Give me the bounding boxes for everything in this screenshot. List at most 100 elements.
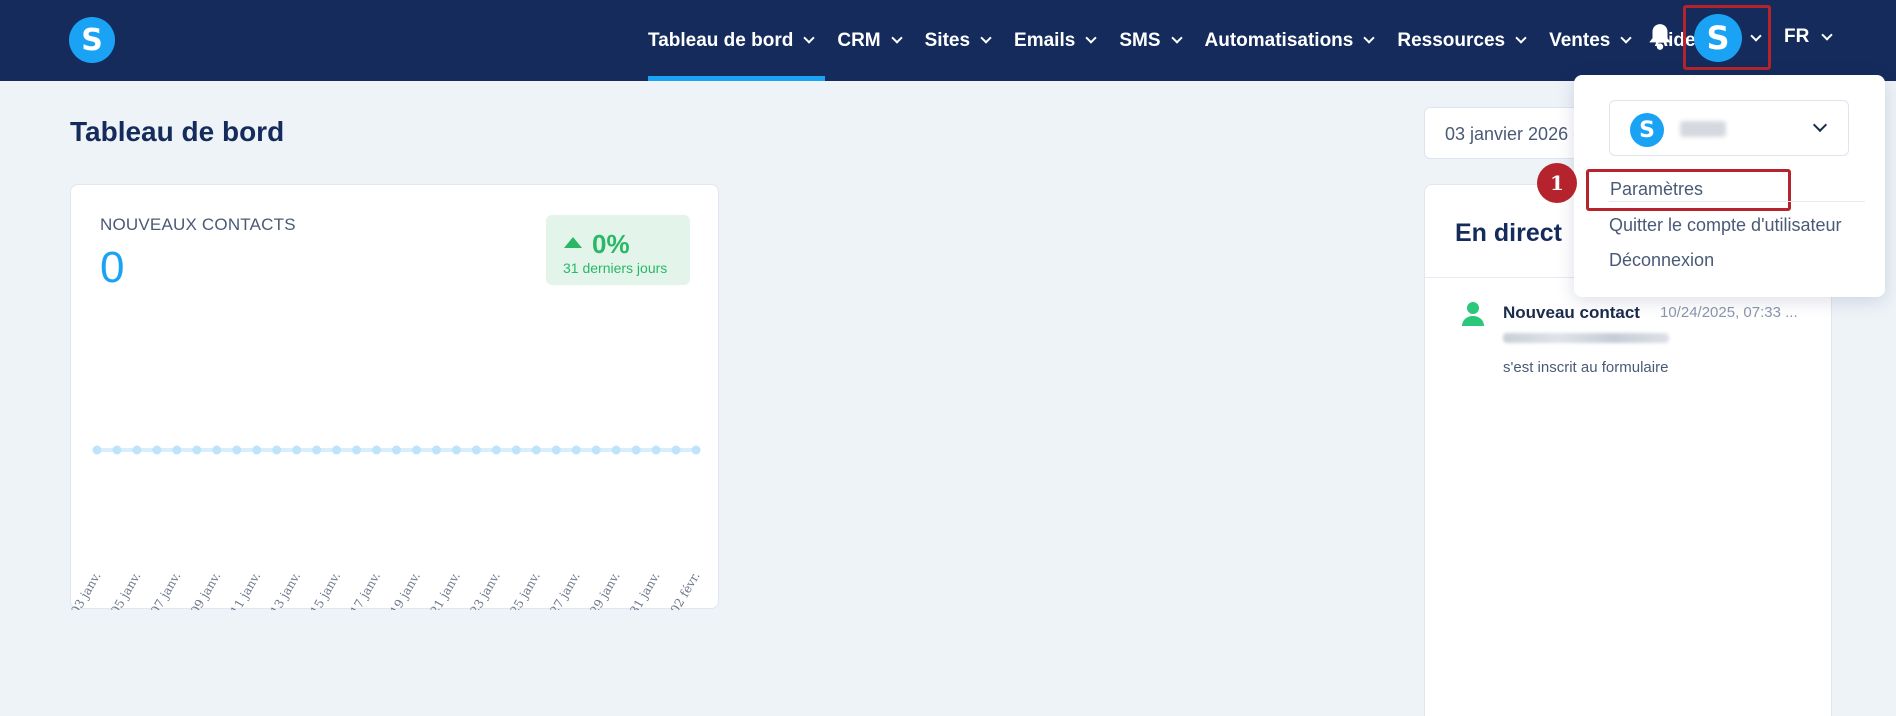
nav-item-label: Automatisations (1204, 29, 1354, 51)
x-tick-label: 17 janv. (348, 570, 384, 611)
top-nav: S Tableau de bord CRM Sites Emails SMS Automa… (0, 0, 1896, 81)
chevron-down-icon (1750, 30, 1762, 42)
x-tick-label: 03 janv. (71, 570, 104, 611)
nav-item-sms[interactable]: SMS (1119, 0, 1192, 81)
data-point (451, 445, 461, 455)
menu-item-settings[interactable]: Paramètres (1586, 169, 1791, 211)
data-point (312, 445, 322, 455)
chevron-down-icon (1620, 32, 1633, 44)
x-tick-label: 19 janv. (388, 570, 424, 611)
redacted-email (1503, 333, 1669, 343)
avatar: S (1694, 14, 1742, 62)
chevron-down-icon (980, 32, 992, 44)
x-tick-label: 25 janv. (507, 570, 543, 611)
chevron-down-icon (1085, 32, 1097, 44)
live-title: En direct (1455, 219, 1562, 247)
nav-item-label: Ressources (1397, 29, 1506, 51)
nav-item-label: CRM (837, 29, 881, 51)
feed-item-time: 10/24/2025, 07:33 ... (1660, 304, 1798, 321)
x-tick-label: 05 janv. (108, 570, 144, 611)
nav-item-ressources[interactable]: Ressources (1397, 0, 1537, 81)
data-point (631, 445, 641, 455)
page-title: Tableau de bord (70, 116, 285, 147)
x-tick-label: 11 janv. (228, 570, 264, 611)
nav-item-label: Ventes (1549, 29, 1611, 51)
data-point (591, 445, 601, 455)
nav-item-emails[interactable]: Emails (1014, 0, 1107, 81)
feed-item-title[interactable]: Nouveau contact (1503, 303, 1640, 323)
user-dropdown-menu: S Paramètres Quitter le compte d'utilisa… (1574, 75, 1885, 297)
account-selector[interactable]: S (1609, 100, 1849, 156)
data-point (352, 445, 362, 455)
chevron-down-icon (1363, 32, 1376, 44)
menu-item-quit-account[interactable]: Quitter le compte d'utilisateur (1609, 215, 1842, 236)
brand-logo[interactable]: S (69, 17, 115, 63)
divider (1609, 201, 1865, 202)
data-point (611, 445, 621, 455)
chevron-down-icon (1812, 117, 1828, 133)
chevron-down-icon (1515, 32, 1527, 44)
nav-item-label: Sites (924, 29, 971, 51)
redacted-account-name (1680, 121, 1726, 137)
chevron-down-icon (803, 32, 816, 44)
x-tick-label: 13 janv. (268, 570, 304, 611)
user-menu-button[interactable]: S (1683, 5, 1771, 70)
nav-item-crm[interactable]: CRM (837, 0, 912, 81)
chevron-down-icon (890, 32, 903, 44)
language-label: FR (1784, 26, 1810, 47)
data-point (691, 445, 701, 455)
data-point (332, 445, 342, 455)
data-point (511, 445, 521, 455)
step-badge: 1 (1537, 163, 1577, 203)
data-point (651, 445, 661, 455)
x-tick-label: 29 janv. (587, 570, 623, 611)
data-point (112, 445, 122, 455)
x-tick-label: 07 janv. (148, 570, 184, 611)
data-point (671, 445, 681, 455)
x-tick-label: 02 févr. (668, 570, 703, 611)
x-tick-label: 23 janv. (467, 570, 503, 611)
person-icon (1462, 302, 1484, 326)
x-tick-label: 21 janv. (427, 570, 463, 611)
date-range-picker[interactable]: 03 janvier 2026 - (1424, 107, 1584, 159)
data-point (551, 445, 561, 455)
x-tick-label: 27 janv. (547, 570, 583, 611)
nav-item-label: SMS (1119, 29, 1161, 51)
data-point (212, 445, 222, 455)
data-point (531, 445, 541, 455)
bell-icon[interactable] (1647, 22, 1673, 52)
nav-item-tableau-de-bord[interactable]: Tableau de bord (648, 0, 826, 81)
main-nav: Tableau de bord CRM Sites Emails SMS Automati… (648, 0, 1720, 81)
nav-item-ventes[interactable]: Ventes (1549, 0, 1642, 81)
feed-item-description: s'est inscrit au formulaire (1503, 359, 1669, 376)
x-tick-label: 31 janv. (627, 570, 663, 611)
chevron-down-icon (1821, 28, 1833, 41)
data-point (571, 445, 581, 455)
data-point (491, 445, 501, 455)
data-point (431, 445, 441, 455)
data-point (471, 445, 481, 455)
menu-item-logout[interactable]: Déconnexion (1609, 250, 1714, 271)
nav-item-label: Emails (1014, 29, 1076, 51)
chevron-down-icon (1170, 32, 1183, 44)
nav-item-automatisations[interactable]: Automatisations (1205, 0, 1386, 81)
contacts-line-chart: 03 janv. 05 janv. 07 janv. 09 janv. 11 janv.… (71, 445, 703, 611)
data-point (372, 445, 382, 455)
data-point (172, 445, 182, 455)
x-tick-label: 09 janv. (188, 570, 224, 611)
data-point (392, 445, 401, 455)
data-point (232, 445, 242, 455)
data-point (192, 445, 202, 455)
x-tick-label: 15 janv. (308, 570, 344, 611)
nav-item-sites[interactable]: Sites (925, 0, 1002, 81)
data-point (292, 445, 302, 455)
data-point (252, 445, 262, 455)
language-selector[interactable]: FR (1784, 26, 1833, 48)
data-point (272, 445, 282, 455)
new-contacts-card: NOUVEAUX CONTACTS 0 0% 31 derniers jours… (70, 184, 719, 611)
data-point (132, 445, 142, 455)
data-point (152, 445, 162, 455)
nav-item-label: Tableau de bord (648, 29, 794, 51)
account-logo: S (1630, 113, 1664, 147)
data-point (411, 445, 421, 455)
